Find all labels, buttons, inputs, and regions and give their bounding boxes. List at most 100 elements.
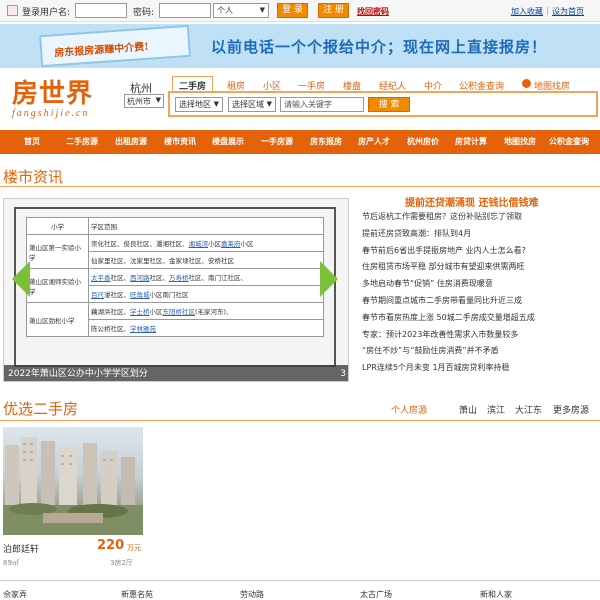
listing-divider (0, 580, 600, 581)
nav-fund[interactable]: 公积金查询 (549, 136, 589, 147)
search-button[interactable]: 搜 索 (368, 97, 410, 112)
property-photo[interactable] (3, 427, 143, 535)
password-input[interactable] (159, 3, 211, 18)
table-header-row: 小学 学区范围 (26, 217, 324, 235)
news-item[interactable]: LPR连续5个月未变 1月百城房贷利率持稳 (362, 362, 598, 379)
district-text[interactable]: 嘉莱府 (221, 240, 241, 248)
district-text: 小区 (240, 240, 254, 248)
district-text: 南门江社区、 (208, 274, 247, 282)
table-row: 萧山区第一实验小学 崇化社区、俊良社区、潘湘社区、湘城湾小区嘉莱府小区 (26, 234, 324, 269)
add-favorite-link[interactable]: 加入收藏 (511, 6, 543, 17)
nav-loan-calc[interactable]: 房贷计算 (455, 136, 487, 147)
area-select[interactable]: 选择区域 ▼ (228, 97, 276, 112)
site-logo[interactable]: 房世界 fangshijie.cn (12, 80, 112, 122)
nav-map[interactable]: 地图找房 (504, 136, 536, 147)
district-range-cell: 藕湖浜社区、学士桥小区东阳桥社区(毛家河东)、 (88, 302, 324, 320)
district-text: 沈家里社区、 (130, 257, 169, 265)
community-link[interactable]: 劳动路 (240, 589, 264, 600)
news-slideshow[interactable]: 小学 学区范围 萧山区第一实验小学 崇化社区、俊良社区、潘湘社区、湘城湾小区嘉莱府… (3, 198, 349, 382)
tab-dajiangdong[interactable]: 大江东 (515, 403, 542, 416)
district-text[interactable]: 学士桥 (130, 308, 150, 316)
section-divider (0, 186, 600, 187)
school-name-cell: 萧山区劲松小学 (26, 302, 89, 337)
nav-home[interactable]: 首页 (24, 136, 40, 147)
district-text: 社区、 (188, 274, 209, 282)
top-login-bar: 登录用户名: 密码: 个人 ▼ 登 录 注 册 找回密码 加入收藏 | 设为首页 (0, 0, 600, 22)
district-text: 仙家里社区、 (91, 257, 130, 265)
school-name-cell: 萧山区第一实验小学 (26, 234, 89, 269)
property-photo-art (3, 437, 143, 535)
news-item[interactable]: 专家：预计2023年改善性需求入市数量较多 (362, 329, 598, 346)
main-nav: 首页 二手房源 出租房源 楼市资讯 楼盘展示 一手房源 房东报房 房产人才 杭州… (0, 130, 600, 154)
news-item[interactable]: “房住不炒”与“鼓励住房消费”并不矛盾 (362, 345, 598, 362)
tab-xiaoshan[interactable]: 萧山 (459, 403, 477, 416)
community-link[interactable]: 太古广场 (360, 589, 392, 600)
district-text[interactable]: 湘城湾 (189, 240, 209, 248)
district-text[interactable]: 旺角城 (130, 291, 150, 299)
keyword-input[interactable]: 请输入关键字 (280, 97, 364, 112)
nav-jobs[interactable]: 房产人才 (358, 136, 390, 147)
set-homepage-link[interactable]: 设为首页 (552, 6, 584, 17)
district-text: 小区 (208, 240, 221, 248)
community-link[interactable]: 佘家弄 (3, 589, 27, 600)
news-item[interactable]: 多地启动春节“促销” 住房消费现暖意 (362, 278, 598, 295)
role-select[interactable]: 个人 ▼ (213, 3, 269, 18)
nav-secondhand[interactable]: 二手房源 (66, 136, 98, 147)
username-input[interactable] (75, 3, 127, 18)
slide-caption-text: 2022年萧山区公办中小学学区划分 (8, 369, 148, 379)
nav-rent[interactable]: 出租房源 (115, 136, 147, 147)
community-link[interactable]: 新和人家 (480, 589, 512, 600)
district-range-cell: 仙家里社区、沈家里社区、金家埭社区、安桥社区 (88, 251, 324, 269)
nav-news[interactable]: 楼市资讯 (164, 136, 196, 147)
search-tab-secondhand[interactable]: 二手房 (172, 76, 214, 92)
user-icon (7, 5, 18, 16)
news-item[interactable]: 住房租赁市场平稳 部分城市有望迎来供需两旺 (362, 261, 598, 278)
news-item[interactable]: 春节期间重点城市二手房带看量同比升近三成 (362, 295, 598, 312)
prev-slide-button[interactable] (12, 261, 34, 299)
search-box: 选择地区 ▼ 选择区域 ▼ 请输入关键字 搜 索 (168, 91, 598, 117)
district-text: 南门社区 (162, 291, 189, 299)
login-button[interactable]: 登 录 (277, 3, 308, 18)
district-range-cell: 崇化社区、俊良社区、潘湘社区、湘城湾小区嘉莱府小区 (88, 234, 324, 252)
district-text[interactable]: 东阳桥社区 (163, 308, 196, 316)
district-text[interactable]: 西河路 (130, 274, 150, 282)
news-item[interactable]: 春节市看房热度上涨 50城二手房成交量增超五成 (362, 312, 598, 329)
section-divider (0, 420, 600, 421)
chevron-down-icon: ▼ (266, 100, 272, 108)
promo-card: 房东报房源赚中介费! (39, 24, 191, 68)
news-item[interactable]: 春节前后6省出手提振房地产 业内人士怎么看? (362, 245, 598, 262)
register-button[interactable]: 注 册 (318, 3, 349, 18)
tab-binjiang[interactable]: 滨江 (487, 403, 505, 416)
district-text[interactable]: 百尺 (91, 291, 104, 299)
table-row: 萧山区湘师实验小学 太平香社区、西河路社区、万寿桥社区、南门江社区、 (26, 268, 324, 303)
district-text[interactable]: 太平香 (91, 274, 111, 282)
forgot-password-link[interactable]: 找回密码 (357, 6, 389, 17)
district-text: 金家埭社区、 (169, 257, 208, 265)
news-item[interactable]: 节后返杭工作需要租房？这份补贴别忘了领取 (362, 211, 598, 228)
nav-newhouse[interactable]: 一手房源 (261, 136, 293, 147)
next-slide-button[interactable] (318, 261, 340, 299)
news-list: 节后返杭工作需要租房？这份补贴别忘了领取 提前还房贷致高潮：排队到4月 春节前后… (362, 211, 598, 379)
community-link[interactable]: 新惠名苑 (121, 589, 153, 600)
region-select[interactable]: 选择地区 ▼ (175, 97, 223, 112)
district-text[interactable]: 万寿桥 (169, 274, 189, 282)
news-item[interactable]: 提前还房贷致高潮：排队到4月 (362, 228, 598, 245)
district-range-cell: 百尺溇社区、旺角城小区南门社区 (88, 285, 324, 303)
logo-domain: fangshijie.cn (12, 108, 90, 119)
search-tabs: 二手房 租房 小区 一手房 楼盘 经纪人 中介 公积金查询 地图找房 (172, 76, 598, 92)
chevron-left-icon (12, 261, 30, 297)
map-pin-icon (522, 79, 531, 88)
nav-estates[interactable]: 楼盘展示 (212, 136, 244, 147)
password-label: 密码: (133, 8, 155, 18)
nav-owner-listing[interactable]: 房东报房 (310, 136, 342, 147)
tab-more-listings[interactable]: 更多房源 (553, 403, 589, 416)
promo-banner[interactable]: 房东报房源赚中介费! 以前电话一个个报给中介；现在网上直接报房！ (0, 24, 600, 68)
city-select[interactable]: 杭州市 ▼ (124, 94, 164, 108)
chevron-right-icon (320, 261, 338, 297)
tab-personal-listings[interactable]: 个人房源 (391, 403, 427, 416)
nav-prices[interactable]: 杭州房价 (407, 136, 439, 147)
district-text[interactable]: 学林雅苑 (130, 325, 156, 333)
slide-caption[interactable]: 2022年萧山区公办中小学学区划分 3 (4, 365, 348, 381)
property-name[interactable]: 泊郎廷轩 (3, 542, 39, 555)
headline-link[interactable]: 提前还贷潮涌现 还钱比借钱难 (405, 194, 538, 209)
